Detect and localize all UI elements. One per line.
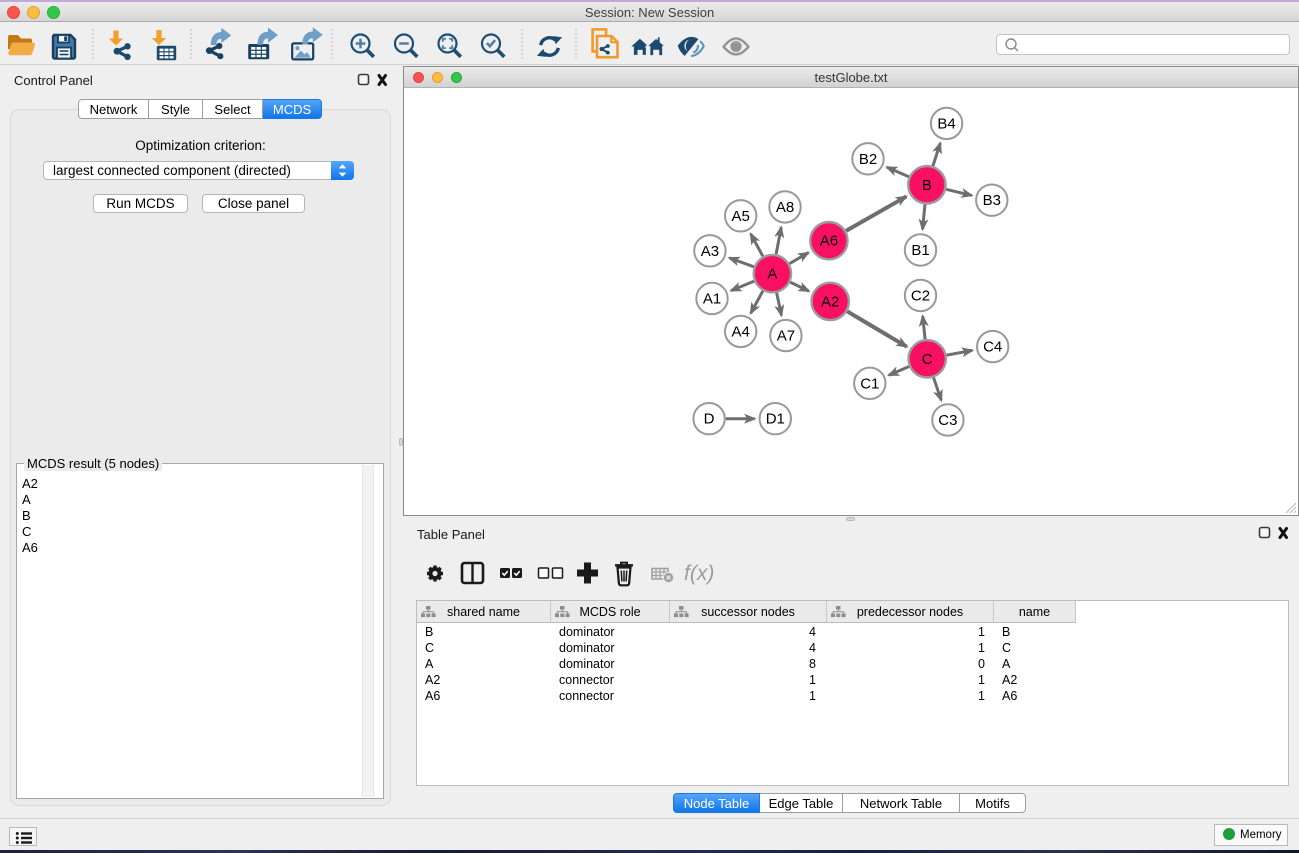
- svg-text:A: A: [767, 266, 777, 283]
- svg-text:A5: A5: [732, 208, 750, 225]
- svg-text:f(x): f(x): [684, 562, 714, 585]
- svg-text:C: C: [922, 351, 933, 368]
- svg-text:C1: C1: [860, 375, 879, 392]
- svg-text:A6: A6: [820, 233, 838, 250]
- svg-text:D: D: [704, 411, 715, 428]
- svg-text:B2: B2: [859, 151, 877, 168]
- svg-text:B3: B3: [983, 192, 1001, 209]
- svg-text:A2: A2: [821, 293, 839, 310]
- svg-text:B4: B4: [937, 115, 955, 132]
- svg-text:C4: C4: [983, 339, 1002, 356]
- svg-text:B1: B1: [911, 242, 929, 259]
- svg-text:B: B: [922, 177, 932, 194]
- svg-text:A4: A4: [732, 323, 750, 340]
- svg-text:A1: A1: [703, 291, 721, 308]
- svg-text:A8: A8: [776, 199, 794, 216]
- svg-text:C3: C3: [938, 412, 957, 429]
- svg-text:A3: A3: [701, 243, 719, 260]
- svg-text:A7: A7: [777, 328, 795, 345]
- svg-text:D1: D1: [766, 411, 785, 428]
- svg-text:C2: C2: [911, 288, 930, 305]
